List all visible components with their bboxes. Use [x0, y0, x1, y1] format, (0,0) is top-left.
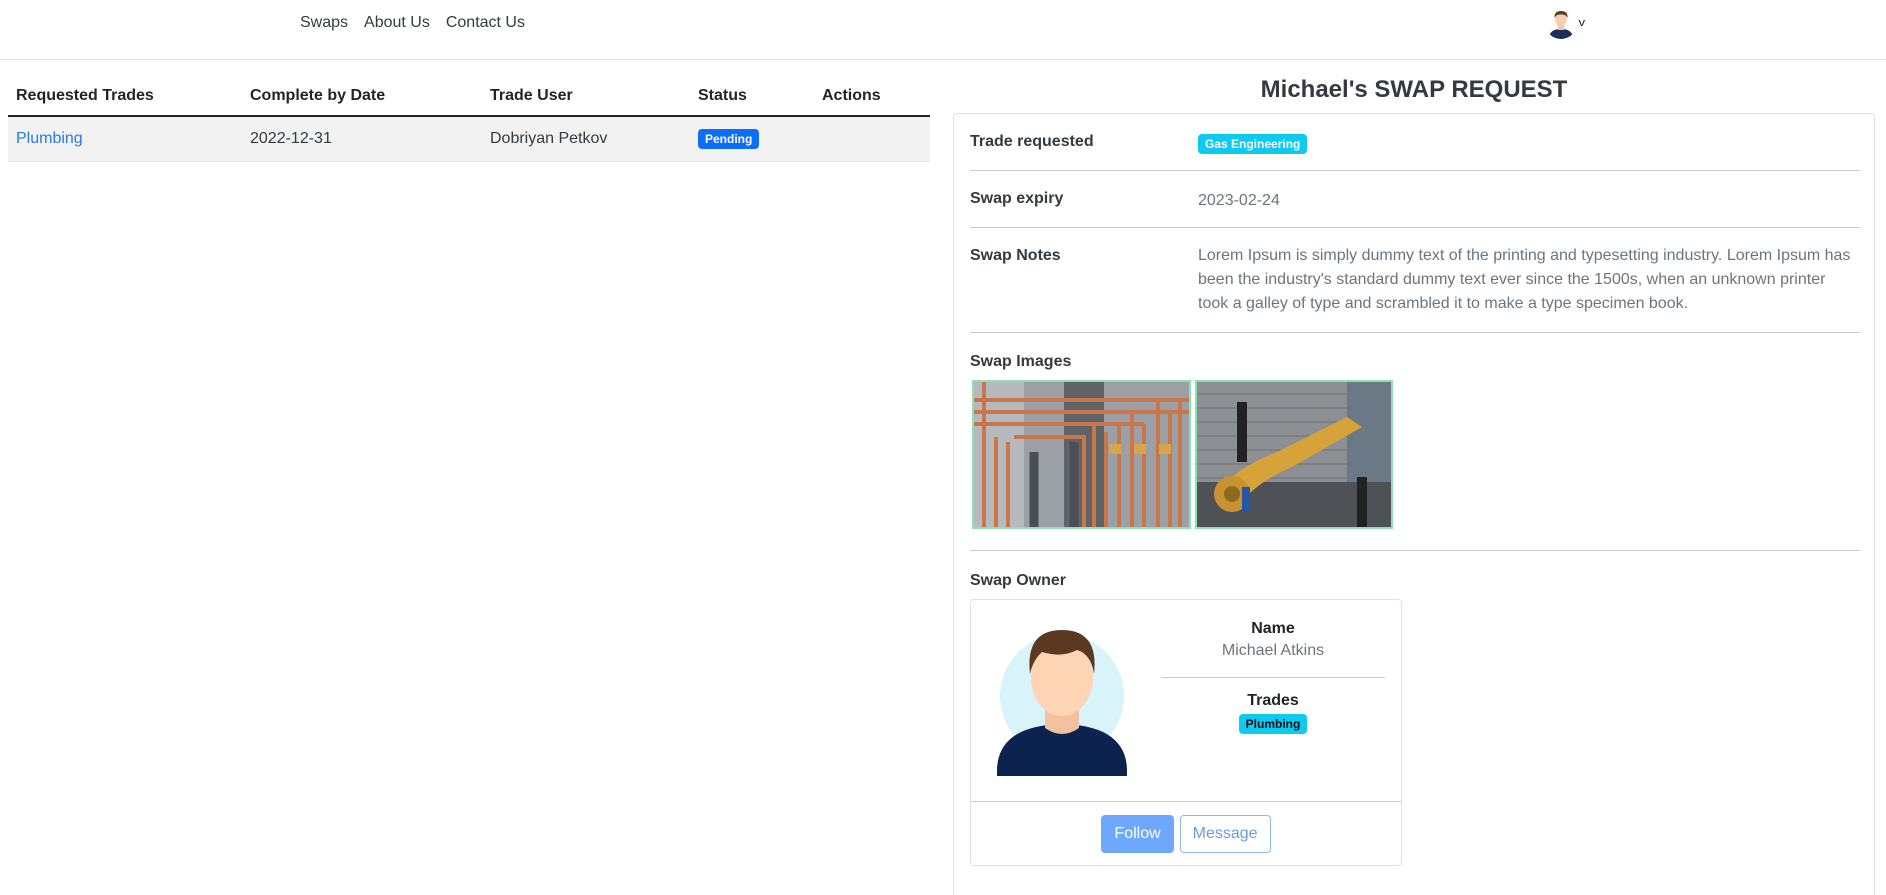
follow-button[interactable]: Follow — [1101, 814, 1174, 853]
owner-trades-label: Trades — [1247, 692, 1299, 709]
requested-trades-panel: Requested Trades Complete by Date Trade … — [8, 80, 930, 162]
nav-link-about-us[interactable]: About Us — [364, 14, 430, 32]
swap-notes-label: Swap Notes — [970, 247, 1061, 264]
trade-requested-value: Gas Engineering — [1198, 132, 1860, 156]
trade-requested-row: Trade requested Gas Engineering — [970, 114, 1860, 171]
owner-trade-badge: Plumbing — [1238, 714, 1308, 734]
owner-info-divider — [1161, 677, 1385, 678]
nav-link-swaps[interactable]: Swaps — [300, 14, 348, 32]
owner-card: Name Michael Atkins Trades Plumbing Foll… — [970, 599, 1402, 866]
owner-name-label: Name — [1251, 620, 1295, 637]
header-status: Status — [690, 80, 814, 117]
table-row[interactable]: Plumbing 2022-12-31 Dobriyan Petkov Pend… — [8, 116, 930, 162]
swap-notes-row: Swap Notes Lorem Ipsum is simply dummy t… — [970, 228, 1860, 333]
header-requested-trades: Requested Trades — [8, 80, 242, 117]
owner-info: Name Michael Atkins Trades Plumbing — [1161, 620, 1385, 734]
owner-name: Michael Atkins — [1221, 642, 1325, 659]
top-navbar: Swaps About Us Contact Us v — [0, 0, 1886, 60]
trade-requested-label: Trade requested — [970, 133, 1094, 150]
cell-user: Dobriyan Petkov — [482, 116, 690, 162]
owner-card-footer: Follow Message — [971, 801, 1401, 865]
nav-link-contact-us[interactable]: Contact Us — [446, 14, 525, 32]
status-badge: Pending — [698, 129, 760, 149]
page-title: Michael's SWAP REQUEST — [1260, 76, 1568, 103]
swap-detail-card: Trade requested Gas Engineering Swap exp… — [953, 113, 1875, 895]
swap-expiry-value: 2023-02-24 — [1198, 192, 1280, 209]
header-complete-by-date: Complete by Date — [242, 80, 482, 117]
cell-date: 2022-12-31 — [242, 116, 482, 162]
nav-links: Swaps About Us Contact Us — [300, 14, 525, 32]
user-avatar-icon — [1545, 7, 1577, 39]
swap-owner-label: Swap Owner — [970, 572, 1067, 589]
cell-actions — [814, 116, 930, 162]
header-actions: Actions — [814, 80, 930, 117]
swap-image-copper-pipes[interactable] — [972, 380, 1191, 529]
user-menu-toggle[interactable]: v — [1545, 7, 1585, 39]
owner-avatar-icon — [997, 616, 1127, 776]
header-trade-user: Trade User — [482, 80, 690, 117]
swap-notes-value: Lorem Ipsum is simply dummy text of the … — [1198, 247, 1851, 312]
requested-trades-table: Requested Trades Complete by Date Trade … — [8, 80, 930, 162]
cell-status: Pending — [690, 116, 814, 162]
user-caret: v — [1578, 17, 1586, 29]
trade-requested-badge: Gas Engineering — [1198, 134, 1308, 154]
cell-trade: Plumbing — [8, 116, 242, 162]
swap-expiry-row: Swap expiry 2023-02-24 — [970, 171, 1860, 228]
table-header-row: Requested Trades Complete by Date Trade … — [8, 80, 930, 117]
message-button[interactable]: Message — [1179, 814, 1271, 853]
swap-expiry-label: Swap expiry — [970, 190, 1064, 207]
swap-images-label: Swap Images — [970, 353, 1072, 370]
trade-link[interactable]: Plumbing — [16, 130, 83, 147]
swap-image-gas-pipe[interactable] — [1195, 380, 1393, 529]
